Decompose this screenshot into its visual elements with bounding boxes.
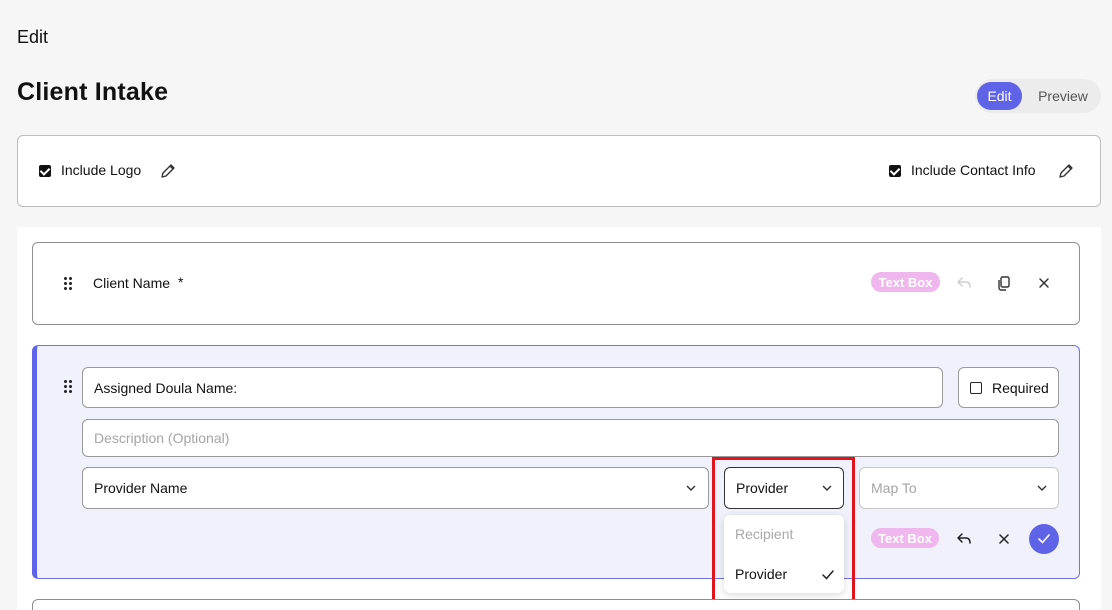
- include-logo-label: Include Logo: [61, 162, 142, 178]
- map-to-select[interactable]: Map To: [859, 467, 1059, 509]
- close-icon[interactable]: [1033, 272, 1055, 294]
- field-card-next[interactable]: [32, 599, 1080, 610]
- close-icon[interactable]: [993, 528, 1015, 550]
- drag-handle-icon[interactable]: [64, 380, 74, 394]
- field-label: Client Name: [93, 275, 171, 291]
- map-to-placeholder: Map To: [871, 480, 917, 496]
- include-contact-checkbox[interactable]: [889, 165, 901, 177]
- role-select[interactable]: Provider: [724, 467, 844, 509]
- required-asterisk: *: [178, 274, 184, 290]
- mode-toggle: Edit Preview: [975, 79, 1101, 113]
- edit-mode-button[interactable]: Edit: [977, 82, 1022, 110]
- description-placeholder: Description (Optional): [94, 430, 230, 446]
- duplicate-icon[interactable]: [993, 272, 1015, 294]
- drag-handle-icon[interactable]: [64, 277, 74, 291]
- chevron-down-icon: [822, 485, 832, 491]
- required-toggle[interactable]: Required: [958, 367, 1059, 408]
- field-card-client-name[interactable]: Client Name * Text Box: [32, 242, 1080, 325]
- breadcrumb: Edit: [17, 27, 49, 47]
- required-label: Required: [992, 379, 1049, 396]
- edit-contact-pencil-icon[interactable]: [1057, 162, 1075, 180]
- include-contact-label: Include Contact Info: [911, 162, 1036, 178]
- field-label-input-value: Assigned Doula Name:: [94, 379, 238, 396]
- role-dropdown-menu: Recipient Provider: [724, 515, 844, 593]
- source-select[interactable]: Provider Name: [82, 467, 709, 509]
- role-select-value: Provider: [736, 480, 789, 496]
- undo-icon[interactable]: [953, 272, 975, 294]
- preview-mode-button[interactable]: Preview: [1031, 82, 1095, 110]
- checkmark-icon: [822, 570, 834, 580]
- dropdown-option-provider[interactable]: Provider: [735, 566, 787, 582]
- include-logo-checkbox[interactable]: [39, 165, 51, 177]
- form-header-card: Include Logo Include Contact Info: [17, 135, 1101, 207]
- field-label-input[interactable]: Assigned Doula Name:: [82, 367, 943, 408]
- description-input[interactable]: Description (Optional): [82, 419, 1059, 457]
- field-type-badge: Text Box: [871, 272, 940, 292]
- field-type-badge: Text Box: [871, 528, 939, 548]
- save-field-button[interactable]: [1029, 524, 1059, 554]
- page-title: Client Intake: [17, 78, 169, 106]
- required-checkbox[interactable]: [970, 381, 982, 394]
- undo-icon[interactable]: [953, 528, 975, 550]
- checkmark-icon: [1038, 534, 1050, 544]
- source-select-value: Provider Name: [94, 480, 188, 496]
- dropdown-option-recipient[interactable]: Recipient: [735, 526, 793, 542]
- chevron-down-icon: [1037, 485, 1047, 491]
- chevron-down-icon: [686, 485, 696, 491]
- edit-logo-pencil-icon[interactable]: [159, 162, 177, 180]
